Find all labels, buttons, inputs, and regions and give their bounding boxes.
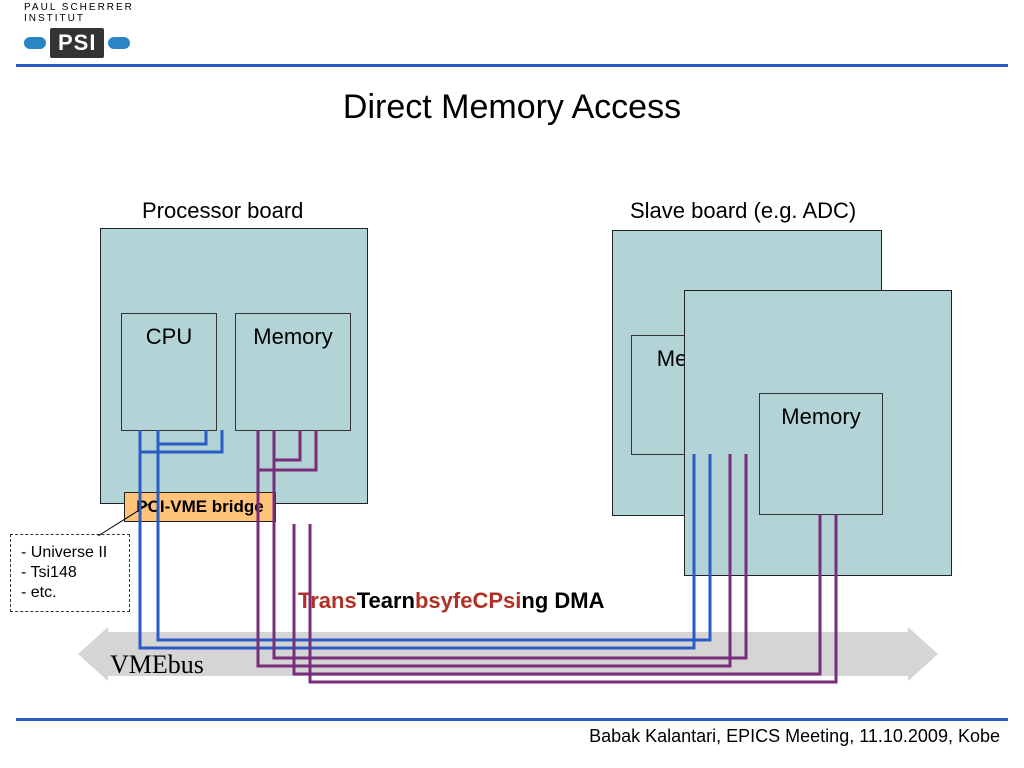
logo-graphic: PSI: [24, 26, 194, 60]
proc-memory-box: Memory: [235, 313, 351, 431]
vmebus: [108, 632, 908, 676]
header-rule: [16, 64, 1008, 67]
slave2-memory-box: Memory: [759, 393, 883, 515]
slide-title: Direct Memory Access: [0, 88, 1024, 127]
transfer-text-red2: bsyfeCPsi: [415, 588, 521, 613]
logo-text: PSI: [50, 28, 104, 58]
logo-caption: PAUL SCHERRER INSTITUT: [24, 2, 194, 24]
transfer-text-red1: Trans: [298, 588, 357, 613]
slave-board-label: Slave board (e.g. ADC): [630, 198, 856, 224]
cpu-box: CPU: [121, 313, 217, 431]
transfer-text-mid: Tearn: [357, 588, 415, 613]
footer-text: Babak Kalantari, EPICS Meeting, 11.10.20…: [589, 726, 1000, 747]
processor-board: CPU Memory: [100, 228, 368, 504]
vmebus-arrow-right-icon: [908, 627, 938, 681]
footer-rule: [16, 718, 1008, 721]
bridge-examples-list: - Universe II - Tsi148 - etc.: [10, 534, 130, 612]
processor-board-label: Processor board: [142, 198, 303, 224]
vmebus-arrow-left-icon: [78, 627, 108, 681]
pci-vme-bridge: PCI-VME bridge: [124, 492, 276, 522]
slave-board-2: Memory: [684, 290, 952, 576]
example-item: - Universe II: [21, 543, 119, 563]
example-item: - Tsi148: [21, 563, 119, 583]
example-item: - etc.: [21, 583, 119, 603]
vmebus-label: VMEbus: [110, 650, 204, 680]
transfer-text-tail: ng DMA: [521, 588, 604, 613]
transfer-caption: TransTearnbsyfeCPsing DMA: [298, 588, 604, 614]
psi-logo: PAUL SCHERRER INSTITUT PSI: [24, 2, 194, 60]
